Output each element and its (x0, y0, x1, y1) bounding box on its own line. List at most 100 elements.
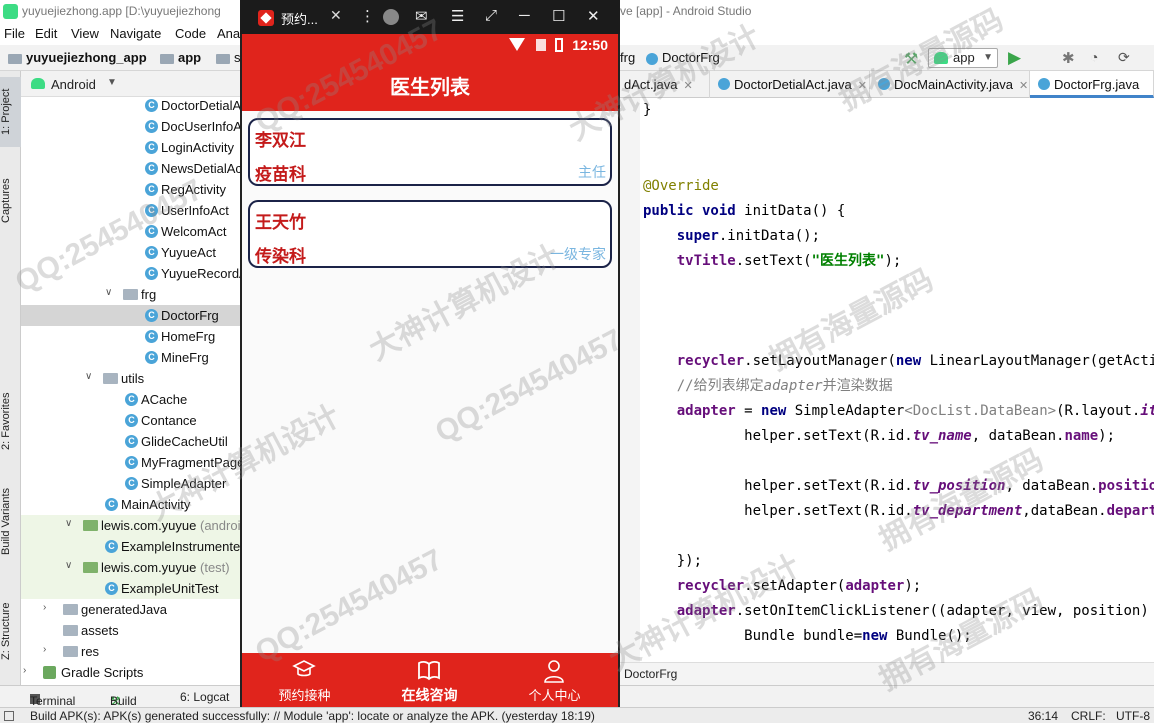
folder-icon (63, 646, 78, 657)
close-icon[interactable]: ✕ (683, 80, 692, 92)
tree-item-homefrg[interactable]: C HomeFrg (21, 326, 240, 347)
tree-item-yuyueact[interactable]: C YuyueAct (21, 242, 240, 263)
class-icon: C (145, 183, 158, 196)
class-icon: C (145, 162, 158, 175)
code-editor[interactable]: } @Override public void initData() { sup… (620, 98, 1154, 685)
tree-item-docuserinfoact[interactable]: C DocUserInfoA (21, 116, 240, 137)
menu-icon[interactable]: ☰ (451, 7, 464, 25)
profile-icon[interactable]: ◔ (1090, 49, 1098, 65)
android-status-bar: 12:50 (242, 34, 618, 56)
folder-icon (8, 53, 22, 64)
resize-icon[interactable]: ⤢ (485, 7, 497, 24)
maximize-icon[interactable]: ☐ (552, 7, 565, 25)
class-icon (646, 52, 658, 65)
tool-tab-favorites[interactable]: 2: Favorites (0, 381, 21, 461)
menu-view[interactable]: View (71, 26, 99, 41)
menu-file[interactable]: File (4, 26, 25, 41)
run-play-icon[interactable]: ▶ (1008, 48, 1021, 68)
file-encoding[interactable]: UTF-8 (1116, 709, 1150, 723)
tree-item-userinfoact[interactable]: C UserInfoAct (21, 200, 240, 221)
run-config-select[interactable]: app ▼ (928, 48, 998, 68)
minimize-icon[interactable]: ─ (519, 7, 530, 24)
tool-tab-build-variants[interactable]: Build Variants (0, 476, 21, 566)
battery-icon (555, 38, 563, 52)
close-icon[interactable]: ✕ (1019, 80, 1028, 92)
editor-tab-bar: dAct.java ✕ DoctorDetialAct.java ✕ DocMain… (620, 71, 1154, 98)
tree-item-exampleunittest[interactable]: C ExampleUnitTest (21, 578, 240, 599)
tab-vaccination[interactable]: 预约接种 (242, 653, 367, 707)
tree-item-myfragmentpage[interactable]: C MyFragmentPage (21, 452, 240, 473)
tree-item-minefrg[interactable]: C MineFrg (21, 347, 240, 368)
menu-analyze[interactable]: Ana (217, 26, 240, 41)
tool-tab-structure[interactable]: Z: Structure (0, 591, 21, 671)
class-icon: C (105, 540, 118, 553)
tree-item-acache[interactable]: C ACache (21, 389, 240, 410)
caret-position[interactable]: 36:14 (1028, 709, 1058, 723)
project-view-select[interactable]: Android (51, 77, 96, 92)
window-title-left: yuyuejiezhong.app [D:\yuyuejiezhong (22, 4, 221, 18)
menu-navigate[interactable]: Navigate (110, 26, 161, 41)
class-icon: C (125, 435, 138, 448)
breadcrumb-project[interactable]: yuyuejiezhong_app (8, 50, 147, 65)
tab-profile[interactable]: 个人中心 (492, 653, 617, 707)
chevron-right-icon: › (43, 602, 47, 613)
close-icon[interactable]: ✕ (858, 80, 867, 92)
breadcrumb-frg[interactable]: frg (620, 50, 635, 65)
emulator-window: 预约... ✕ ⋮ ✉ ☰ ⤢ ─ ☐ ✕ 12:50 医生列表 李双江 疫苗科… (240, 0, 620, 707)
chevron-right-icon: › (23, 665, 27, 676)
avatar-icon[interactable] (383, 9, 399, 25)
tree-item-yuyuerecordact[interactable]: C YuyueRecordA (21, 263, 240, 284)
menu-edit[interactable]: Edit (35, 26, 57, 41)
menu-code[interactable]: Code (175, 26, 206, 41)
left-tool-strip: 1: Project Captures 2: Favorites Build V… (0, 71, 21, 685)
tree-item-gradle-scripts[interactable]: › Gradle Scripts (21, 662, 240, 683)
tree-item-doctordetialact[interactable]: C DoctorDetialA (21, 95, 240, 116)
tree-item-frg-folder[interactable]: ∨ frg (21, 284, 240, 305)
app-title-bar: 医生列表 (242, 56, 618, 111)
tool-tab-captures[interactable]: Captures (0, 166, 21, 236)
doctor-position: 一级专家 (550, 246, 606, 262)
tree-item-generatedjava[interactable]: › generatedJava (21, 599, 240, 620)
breadcrumb-src[interactable]: s (216, 50, 241, 65)
tree-item-res[interactable]: › res (21, 641, 240, 662)
editor-tab-act[interactable]: dAct.java ✕ (620, 71, 710, 98)
tree-item-welcomact[interactable]: C WelcomAct (21, 221, 240, 242)
tree-item-newsdetialact[interactable]: C NewsDetialAc (21, 158, 240, 179)
class-icon: C (125, 414, 138, 427)
tree-item-simpleadapter[interactable]: C SimpleAdapter (21, 473, 240, 494)
tree-item-androidtest-package[interactable]: ∨ lewis.com.yuyue (androi (21, 515, 240, 536)
editor-tab-docmainactivity[interactable]: DocMainActivity.java ✕ (870, 71, 1030, 98)
project-view-header: Android ▼ (21, 71, 240, 97)
tree-item-utils-folder[interactable]: ∨ utils (21, 368, 240, 389)
close-icon[interactable]: ✕ (330, 7, 342, 24)
more-vert-icon[interactable]: ⋮ (360, 7, 375, 25)
breadcrumb-file[interactable]: DoctorFrg (646, 50, 720, 65)
line-separator[interactable]: CRLF: (1071, 709, 1106, 723)
make-hammer-icon[interactable]: ⚒ (904, 49, 918, 69)
editor-tab-doctordetialact[interactable]: DoctorDetialAct.java ✕ (710, 71, 870, 98)
tree-item-loginactivity[interactable]: C LoginActivity (21, 137, 240, 158)
mail-icon[interactable]: ✉ (415, 7, 428, 25)
android-icon (31, 78, 45, 89)
tree-item-assets[interactable]: assets (21, 620, 240, 641)
doctor-card[interactable]: 李双江 疫苗科 主任 (248, 118, 612, 186)
tree-item-doctorfrg[interactable]: C DoctorFrg (21, 305, 240, 326)
tree-item-glidecacheutil[interactable]: C GlideCacheUtil (21, 431, 240, 452)
tree-item-regactivity[interactable]: C RegActivity (21, 179, 240, 200)
class-icon: C (145, 267, 158, 280)
tool-tab-project[interactable]: 1: Project (0, 77, 21, 147)
tree-item-contance[interactable]: C Contance (21, 410, 240, 431)
close-window-icon[interactable]: ✕ (587, 7, 600, 25)
sync-icon[interactable]: ⟳ (1118, 49, 1130, 66)
tool-tab-logcat[interactable]: 6: Logcat (180, 690, 229, 704)
tree-item-mainactivity[interactable]: C MainActivity (21, 494, 240, 515)
tab-consult[interactable]: 在线咨询 (367, 653, 492, 707)
toggle-tool-windows-icon[interactable] (4, 711, 14, 721)
breadcrumb-module[interactable]: app (160, 50, 201, 65)
debug-bug-icon[interactable]: ✱ (1062, 49, 1075, 67)
class-icon: C (145, 141, 158, 154)
tree-item-test-package[interactable]: ∨ lewis.com.yuyue (test) (21, 557, 240, 578)
tree-item-exampleinstrumentedtest[interactable]: C ExampleInstrumente (21, 536, 240, 557)
doctor-card[interactable]: 王天竹 传染科 一级专家 (248, 200, 612, 268)
editor-tab-doctorfrg[interactable]: DoctorFrg.java (1030, 71, 1154, 98)
